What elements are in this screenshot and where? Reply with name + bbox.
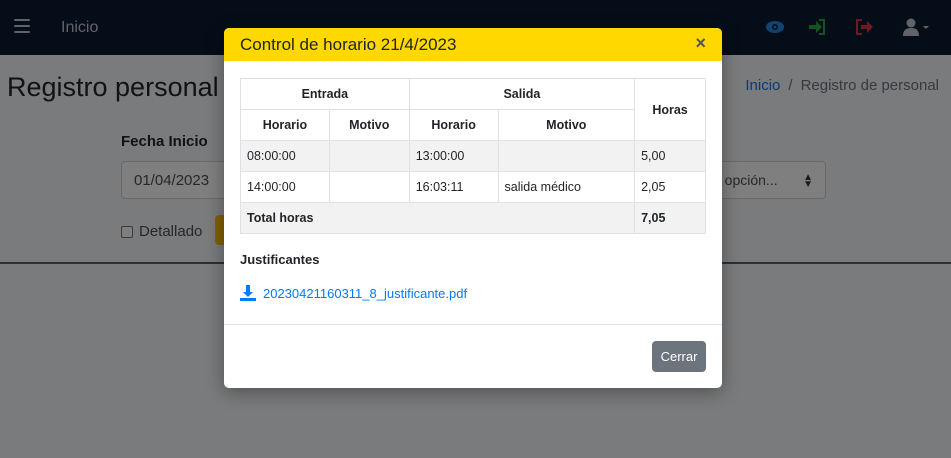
header-salida-motivo: Motivo [497,109,636,141]
cell-salida-horario: 13:00:00 [408,140,499,172]
header-entrada-motivo: Motivo [328,109,410,141]
cell-entrada-motivo [328,171,410,203]
cell-entrada-motivo [328,140,410,172]
modal-header: Control de horario 21/4/2023 × [224,28,722,61]
modal-title: Control de horario 21/4/2023 [240,35,457,54]
header-entrada-horario: Horario [240,109,330,141]
table-row: 14:00:00 16:03:11 salida médico 2,05 [240,171,706,203]
download-icon [240,285,256,301]
header-entrada: Entrada [240,78,410,110]
justificante-file-link[interactable]: 20230421160311_8_justificante.pdf [240,285,706,301]
cell-horas: 5,00 [634,140,706,172]
header-salida-horario: Horario [408,109,499,141]
close-icon[interactable]: × [695,33,706,54]
cell-salida-motivo [497,140,636,172]
horario-modal: Control de horario 21/4/2023 × Entrada S… [224,28,722,388]
modal-body: Entrada Salida Horas Horario Motivo Hora… [224,61,722,301]
justificante-file-name: 20230421160311_8_justificante.pdf [263,285,468,301]
horario-table: Entrada Salida Horas Horario Motivo Hora… [239,78,706,234]
header-salida: Salida [408,78,636,110]
justificantes-title: Justificantes [240,252,320,267]
total-row: Total horas 7,05 [239,202,706,234]
cerrar-button[interactable]: Cerrar [652,341,706,372]
cell-salida-motivo: salida médico [497,171,636,203]
cell-entrada-horario: 08:00:00 [240,140,330,172]
total-label: Total horas [239,202,636,234]
total-value: 7,05 [634,202,706,234]
cell-salida-horario: 16:03:11 [408,171,499,203]
table-row: 08:00:00 13:00:00 5,00 [240,140,706,172]
cell-entrada-horario: 14:00:00 [240,171,330,203]
cell-horas: 2,05 [634,171,706,203]
header-horas: Horas [634,78,706,141]
modal-footer: Cerrar [224,324,722,388]
